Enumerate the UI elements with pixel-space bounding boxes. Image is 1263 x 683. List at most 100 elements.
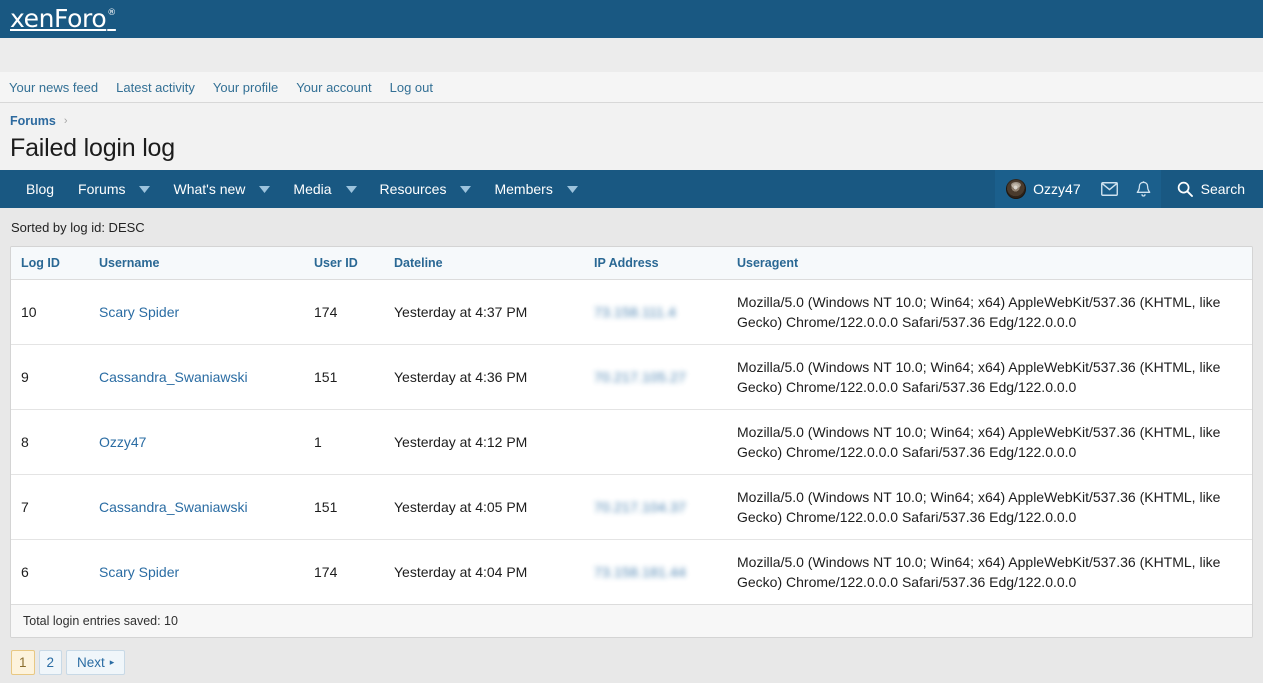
account-link-latest-activity[interactable]: Latest activity xyxy=(107,81,204,94)
bell-icon xyxy=(1136,181,1151,198)
useragent-value: Mozilla/5.0 (Windows NT 10.0; Win64; x64… xyxy=(737,489,1220,525)
table-body: 10 Scary Spider 174 Yesterday at 4:37 PM… xyxy=(11,280,1252,605)
column-header-username[interactable]: Username xyxy=(89,247,304,280)
main-nav-user-area: Ozzy47 Search xyxy=(995,170,1263,208)
breadcrumb-separator-icon: › xyxy=(64,114,68,128)
site-logo-text: xenForo xyxy=(10,4,106,33)
cell-ip-address: 70.217.105.27 xyxy=(584,345,727,410)
column-header-user-id[interactable]: User ID xyxy=(304,247,384,280)
cell-useragent: Mozilla/5.0 (Windows NT 10.0; Win64; x64… xyxy=(727,345,1252,410)
chevron-right-icon: ▸ xyxy=(110,657,115,668)
username-link[interactable]: Cassandra_Swaniawski xyxy=(99,499,248,515)
cell-dateline: Yesterday at 4:12 PM xyxy=(384,410,584,475)
alerts-button[interactable] xyxy=(1127,170,1161,208)
pagination: 1 2 Next ▸ xyxy=(10,638,1253,675)
cell-ip-address: 70.217.104.37 xyxy=(584,475,727,540)
useragent-value: Mozilla/5.0 (Windows NT 10.0; Win64; x64… xyxy=(737,359,1220,395)
cell-useragent: Mozilla/5.0 (Windows NT 10.0; Win64; x64… xyxy=(727,410,1252,475)
visitor-username: Ozzy47 xyxy=(1033,181,1080,197)
nav-whats-new-chevron-down-icon[interactable] xyxy=(257,170,281,208)
inbox-button[interactable] xyxy=(1093,170,1127,208)
nav-item-members[interactable]: Members xyxy=(482,170,564,208)
cell-dateline: Yesterday at 4:05 PM xyxy=(384,475,584,540)
site-logo-bar: xenForo® xyxy=(0,0,1263,38)
header-spacer xyxy=(0,38,1263,72)
visitor-menu-button[interactable]: Ozzy47 xyxy=(995,170,1092,208)
column-header-dateline[interactable]: Dateline xyxy=(384,247,584,280)
table-row: 9 Cassandra_Swaniawski 151 Yesterday at … xyxy=(11,345,1252,410)
cell-username: Cassandra_Swaniawski xyxy=(89,345,304,410)
username-link[interactable]: Ozzy47 xyxy=(99,434,146,450)
table-row: 7 Cassandra_Swaniawski 151 Yesterday at … xyxy=(11,475,1252,540)
breadcrumb: Forums › xyxy=(10,114,1253,128)
cell-user-id: 151 xyxy=(304,345,384,410)
cell-log-id: 7 xyxy=(11,475,89,540)
cell-user-id: 151 xyxy=(304,475,384,540)
cell-dateline: Yesterday at 4:04 PM xyxy=(384,540,584,605)
failed-login-log-table: Log ID Username User ID Dateline IP Addr… xyxy=(11,247,1252,604)
table-header-row: Log ID Username User ID Dateline IP Addr… xyxy=(11,247,1252,280)
cell-useragent: Mozilla/5.0 (Windows NT 10.0; Win64; x64… xyxy=(727,475,1252,540)
search-icon xyxy=(1177,181,1193,197)
cell-log-id: 9 xyxy=(11,345,89,410)
cell-user-id: 1 xyxy=(304,410,384,475)
cell-ip-address: 73.158.181.44 xyxy=(584,540,727,605)
username-link[interactable]: Scary Spider xyxy=(99,564,179,580)
main-navigation: Blog Forums What's new Media Resources M… xyxy=(0,170,1263,208)
next-page-button[interactable]: Next ▸ xyxy=(66,650,125,675)
cell-useragent: Mozilla/5.0 (Windows NT 10.0; Win64; x64… xyxy=(727,540,1252,605)
page-title: Failed login log xyxy=(10,133,1253,163)
nav-forums-chevron-down-icon[interactable] xyxy=(137,170,161,208)
content-area: Sorted by log id: DESC Log ID Username U… xyxy=(0,208,1263,675)
search-label: Search xyxy=(1201,181,1245,197)
useragent-value: Mozilla/5.0 (Windows NT 10.0; Win64; x64… xyxy=(737,424,1220,460)
cell-ip-address: 73.158.111.4 xyxy=(584,280,727,345)
ip-address-value: 70.217.105.27 xyxy=(594,367,686,387)
ip-address-value: 73.158.111.4 xyxy=(594,302,676,322)
cell-log-id: 10 xyxy=(11,280,89,345)
nav-item-whats-new[interactable]: What's new xyxy=(161,170,257,208)
username-link[interactable]: Scary Spider xyxy=(99,304,179,320)
cell-log-id: 6 xyxy=(11,540,89,605)
nav-item-blog[interactable]: Blog xyxy=(14,170,66,208)
table-header: Log ID Username User ID Dateline IP Addr… xyxy=(11,247,1252,280)
cell-username: Scary Spider xyxy=(89,540,304,605)
breadcrumb-item-forums[interactable]: Forums xyxy=(10,114,56,128)
cell-username: Scary Spider xyxy=(89,280,304,345)
failed-login-log-block: Log ID Username User ID Dateline IP Addr… xyxy=(10,246,1253,638)
nav-members-chevron-down-icon[interactable] xyxy=(565,170,589,208)
account-link-your-news-feed[interactable]: Your news feed xyxy=(9,81,107,94)
nav-item-forums[interactable]: Forums xyxy=(66,170,137,208)
cell-ip-address xyxy=(584,410,727,475)
account-link-your-profile[interactable]: Your profile xyxy=(204,81,287,94)
site-logo[interactable]: xenForo® xyxy=(10,6,115,31)
table-row: 8 Ozzy47 1 Yesterday at 4:12 PM Mozilla/… xyxy=(11,410,1252,475)
page-button-1[interactable]: 1 xyxy=(11,650,35,675)
column-header-useragent[interactable]: Useragent xyxy=(727,247,1252,280)
ip-address-value: 73.158.181.44 xyxy=(594,562,686,582)
nav-item-resources[interactable]: Resources xyxy=(368,170,459,208)
nav-media-chevron-down-icon[interactable] xyxy=(344,170,368,208)
username-link[interactable]: Cassandra_Swaniawski xyxy=(99,369,248,385)
search-button[interactable]: Search xyxy=(1161,170,1263,208)
cell-dateline: Yesterday at 4:36 PM xyxy=(384,345,584,410)
main-nav-items: Blog Forums What's new Media Resources M… xyxy=(0,170,995,208)
avatar xyxy=(1006,179,1026,199)
account-link-your-account[interactable]: Your account xyxy=(287,81,380,94)
page-button-2[interactable]: 2 xyxy=(39,650,63,675)
table-footer-total: Total login entries saved: 10 xyxy=(11,604,1252,637)
ip-address-value: 70.217.104.37 xyxy=(594,497,686,517)
account-link-log-out[interactable]: Log out xyxy=(381,81,442,94)
nav-resources-chevron-down-icon[interactable] xyxy=(458,170,482,208)
nav-item-media[interactable]: Media xyxy=(281,170,343,208)
column-header-ip-address[interactable]: IP Address xyxy=(584,247,727,280)
column-header-log-id[interactable]: Log ID xyxy=(11,247,89,280)
next-page-label: Next xyxy=(77,655,105,670)
table-row: 6 Scary Spider 174 Yesterday at 4:04 PM … xyxy=(11,540,1252,605)
registered-mark: ® xyxy=(107,8,116,18)
page-title-block: Forums › Failed login log xyxy=(0,103,1263,170)
table-row: 10 Scary Spider 174 Yesterday at 4:37 PM… xyxy=(11,280,1252,345)
cell-useragent: Mozilla/5.0 (Windows NT 10.0; Win64; x64… xyxy=(727,280,1252,345)
useragent-value: Mozilla/5.0 (Windows NT 10.0; Win64; x64… xyxy=(737,294,1220,330)
cell-log-id: 8 xyxy=(11,410,89,475)
